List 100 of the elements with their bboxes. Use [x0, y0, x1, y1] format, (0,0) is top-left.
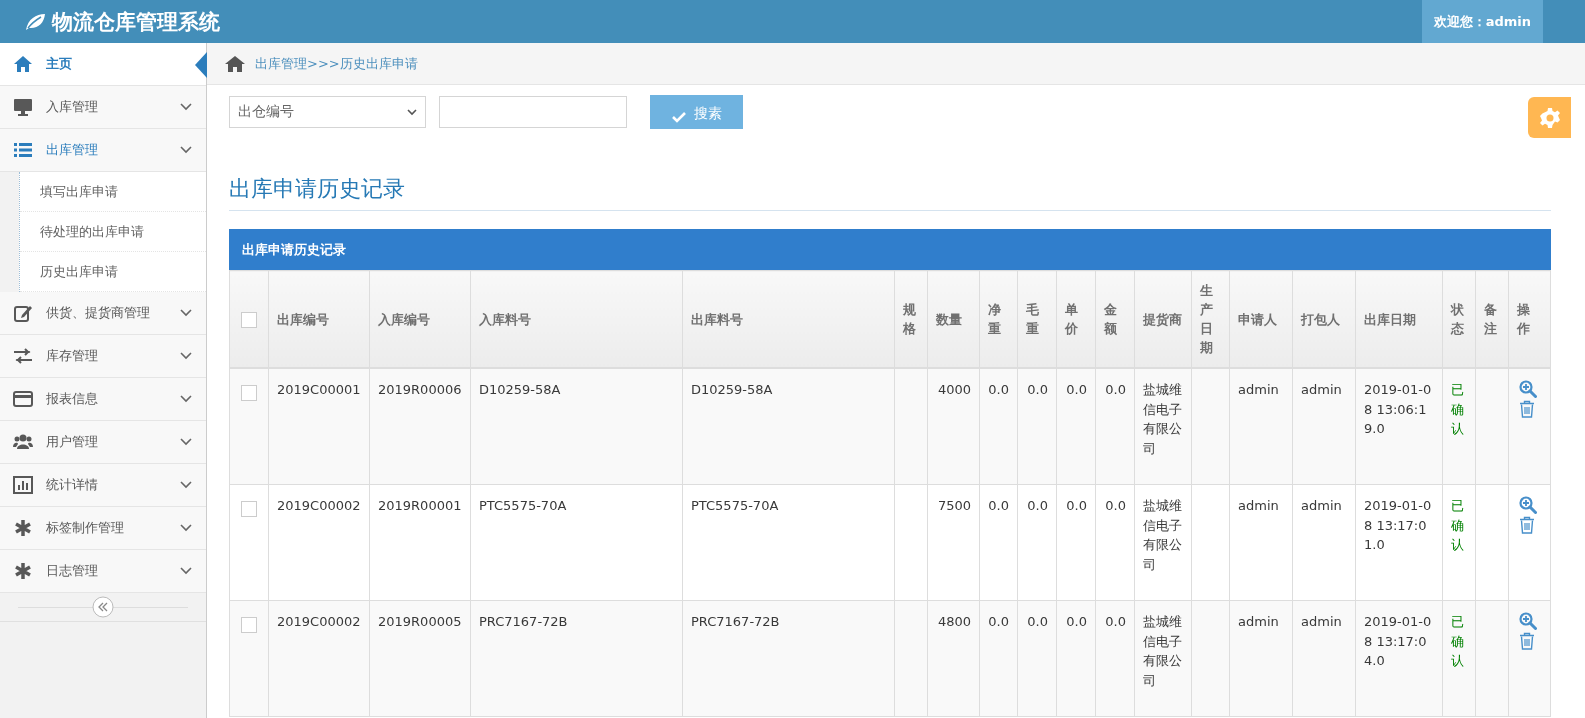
column-header: 打包人	[1292, 270, 1356, 368]
table-cell: 0.0	[979, 484, 1018, 601]
edit-icon	[13, 303, 33, 323]
table-cell: 盐城维信电子有限公司	[1134, 484, 1192, 601]
zoom-in-icon[interactable]	[1519, 496, 1537, 514]
home-icon	[13, 54, 33, 74]
zoom-in-icon[interactable]	[1519, 380, 1537, 398]
sidebar-item[interactable]: 报表信息	[0, 378, 206, 421]
checkbox[interactable]	[241, 500, 257, 517]
trash-icon[interactable]	[1519, 516, 1535, 534]
column-header: 操作	[1508, 270, 1551, 368]
table-cell: 4000	[927, 368, 980, 485]
table-cell: 0.0	[1017, 484, 1057, 601]
checkbox[interactable]	[241, 616, 257, 633]
list-icon	[13, 140, 33, 160]
table-cell: admin	[1229, 368, 1293, 485]
search-input[interactable]	[439, 96, 627, 128]
sidebar-item[interactable]: 日志管理	[0, 550, 206, 593]
chevron-down-icon	[180, 524, 192, 532]
table-cell: 0.0	[1056, 600, 1096, 717]
column-header: 状态	[1442, 270, 1476, 368]
checkbox[interactable]	[241, 312, 257, 328]
table-cell: 0.0	[979, 600, 1018, 717]
monitor-icon	[13, 97, 33, 117]
table-cell: 0.0	[1095, 368, 1135, 485]
sidebar-item[interactable]: 标签制作管理	[0, 507, 206, 550]
status-cell: 已确认	[1442, 368, 1476, 485]
column-header: 规格	[894, 270, 928, 368]
column-header: 申请人	[1229, 270, 1293, 368]
table-cell: 4800	[927, 600, 980, 717]
column-header: 生产日期	[1191, 270, 1230, 368]
table-cell: 0.0	[979, 368, 1018, 485]
sidebar-item[interactable]: 库存管理	[0, 335, 206, 378]
table-cell: D10259-58A	[682, 368, 895, 485]
chevron-down-icon	[180, 438, 192, 446]
table-cell: 0.0	[1095, 600, 1135, 717]
settings-icon	[1538, 106, 1561, 129]
column-header: 出库编号	[268, 270, 370, 368]
sidebar-item[interactable]: 统计详情	[0, 464, 206, 507]
submenu-item[interactable]: 填写出库申请	[20, 172, 206, 212]
chevron-down-icon	[180, 567, 192, 575]
table-cell: 2019C00001	[268, 368, 370, 485]
check-icon	[671, 111, 686, 123]
exchange-icon	[13, 346, 33, 366]
column-header: 提货商	[1134, 270, 1192, 368]
collapse-button-icon[interactable]	[92, 596, 114, 618]
chevron-down-icon	[180, 309, 192, 317]
search-field-select[interactable]: 出仓编号	[229, 96, 426, 128]
table-cell: 盐城维信电子有限公司	[1134, 368, 1192, 485]
table-cell: 0.0	[1056, 484, 1096, 601]
sidebar-item[interactable]: 入库管理	[0, 86, 206, 129]
sidebar-item[interactable]: 供货、提货商管理	[0, 292, 206, 335]
bar-chart-icon	[13, 475, 33, 495]
chevron-down-icon	[180, 395, 192, 403]
table-cell: PRC7167-72B	[470, 600, 683, 717]
table-cell: 0.0	[1017, 600, 1057, 717]
leaf-icon	[24, 12, 46, 31]
dropdown-caret-icon	[407, 108, 417, 116]
trash-icon[interactable]	[1519, 400, 1535, 418]
table-cell: 0.0	[1017, 368, 1057, 485]
table-cell: 2019-01-08 13:17:01.0	[1355, 484, 1443, 601]
column-header: 入库料号	[470, 270, 683, 368]
asterisk-icon	[13, 518, 33, 538]
column-header: 备注	[1475, 270, 1509, 368]
app-title: 物流仓库管理系统	[52, 8, 220, 36]
settings-button[interactable]	[1528, 97, 1571, 138]
table-cell: 2019-01-08 13:17:04.0	[1355, 600, 1443, 717]
column-header: 出库日期	[1355, 270, 1443, 368]
zoom-in-icon[interactable]	[1519, 612, 1537, 630]
users-icon	[13, 432, 33, 452]
chevron-down-icon	[180, 481, 192, 489]
table-cell: PRC7167-72B	[682, 600, 895, 717]
trash-icon[interactable]	[1519, 632, 1535, 650]
table-cell: 2019R00005	[369, 600, 471, 717]
chevron-down-icon	[180, 103, 192, 111]
table-cell: D10259-58A	[470, 368, 683, 485]
column-header: 入库编号	[369, 270, 471, 368]
sidebar-item[interactable]: 用户管理	[0, 421, 206, 464]
table-cell: 2019C00002	[268, 484, 370, 601]
sidebar-item[interactable]: 出库管理	[0, 129, 206, 172]
checkbox[interactable]	[241, 384, 257, 401]
table-cell: 2019-01-08 13:06:19.0	[1355, 368, 1443, 485]
table-cell: PTC5575-70A	[682, 484, 895, 601]
page-title: 出库申请历史记录	[229, 174, 1551, 211]
table-cell: admin	[1292, 484, 1356, 601]
table-cell: 2019R00001	[369, 484, 471, 601]
status-cell: 已确认	[1442, 600, 1476, 717]
submenu-item[interactable]: 待处理的出库申请	[20, 212, 206, 252]
home-icon[interactable]	[225, 54, 245, 73]
table-cell: 0.0	[1095, 484, 1135, 601]
chevron-down-icon	[180, 352, 192, 360]
table-cell: admin	[1229, 484, 1293, 601]
credit-card-icon	[13, 389, 33, 409]
table-cell: admin	[1229, 600, 1293, 717]
table-cell: 0.0	[1056, 368, 1096, 485]
column-header: 数量	[927, 270, 980, 368]
table-cell: PTC5575-70A	[470, 484, 683, 601]
sidebar-item[interactable]: 主页	[0, 43, 206, 86]
status-cell: 已确认	[1442, 484, 1476, 601]
chevron-down-icon	[180, 146, 192, 154]
